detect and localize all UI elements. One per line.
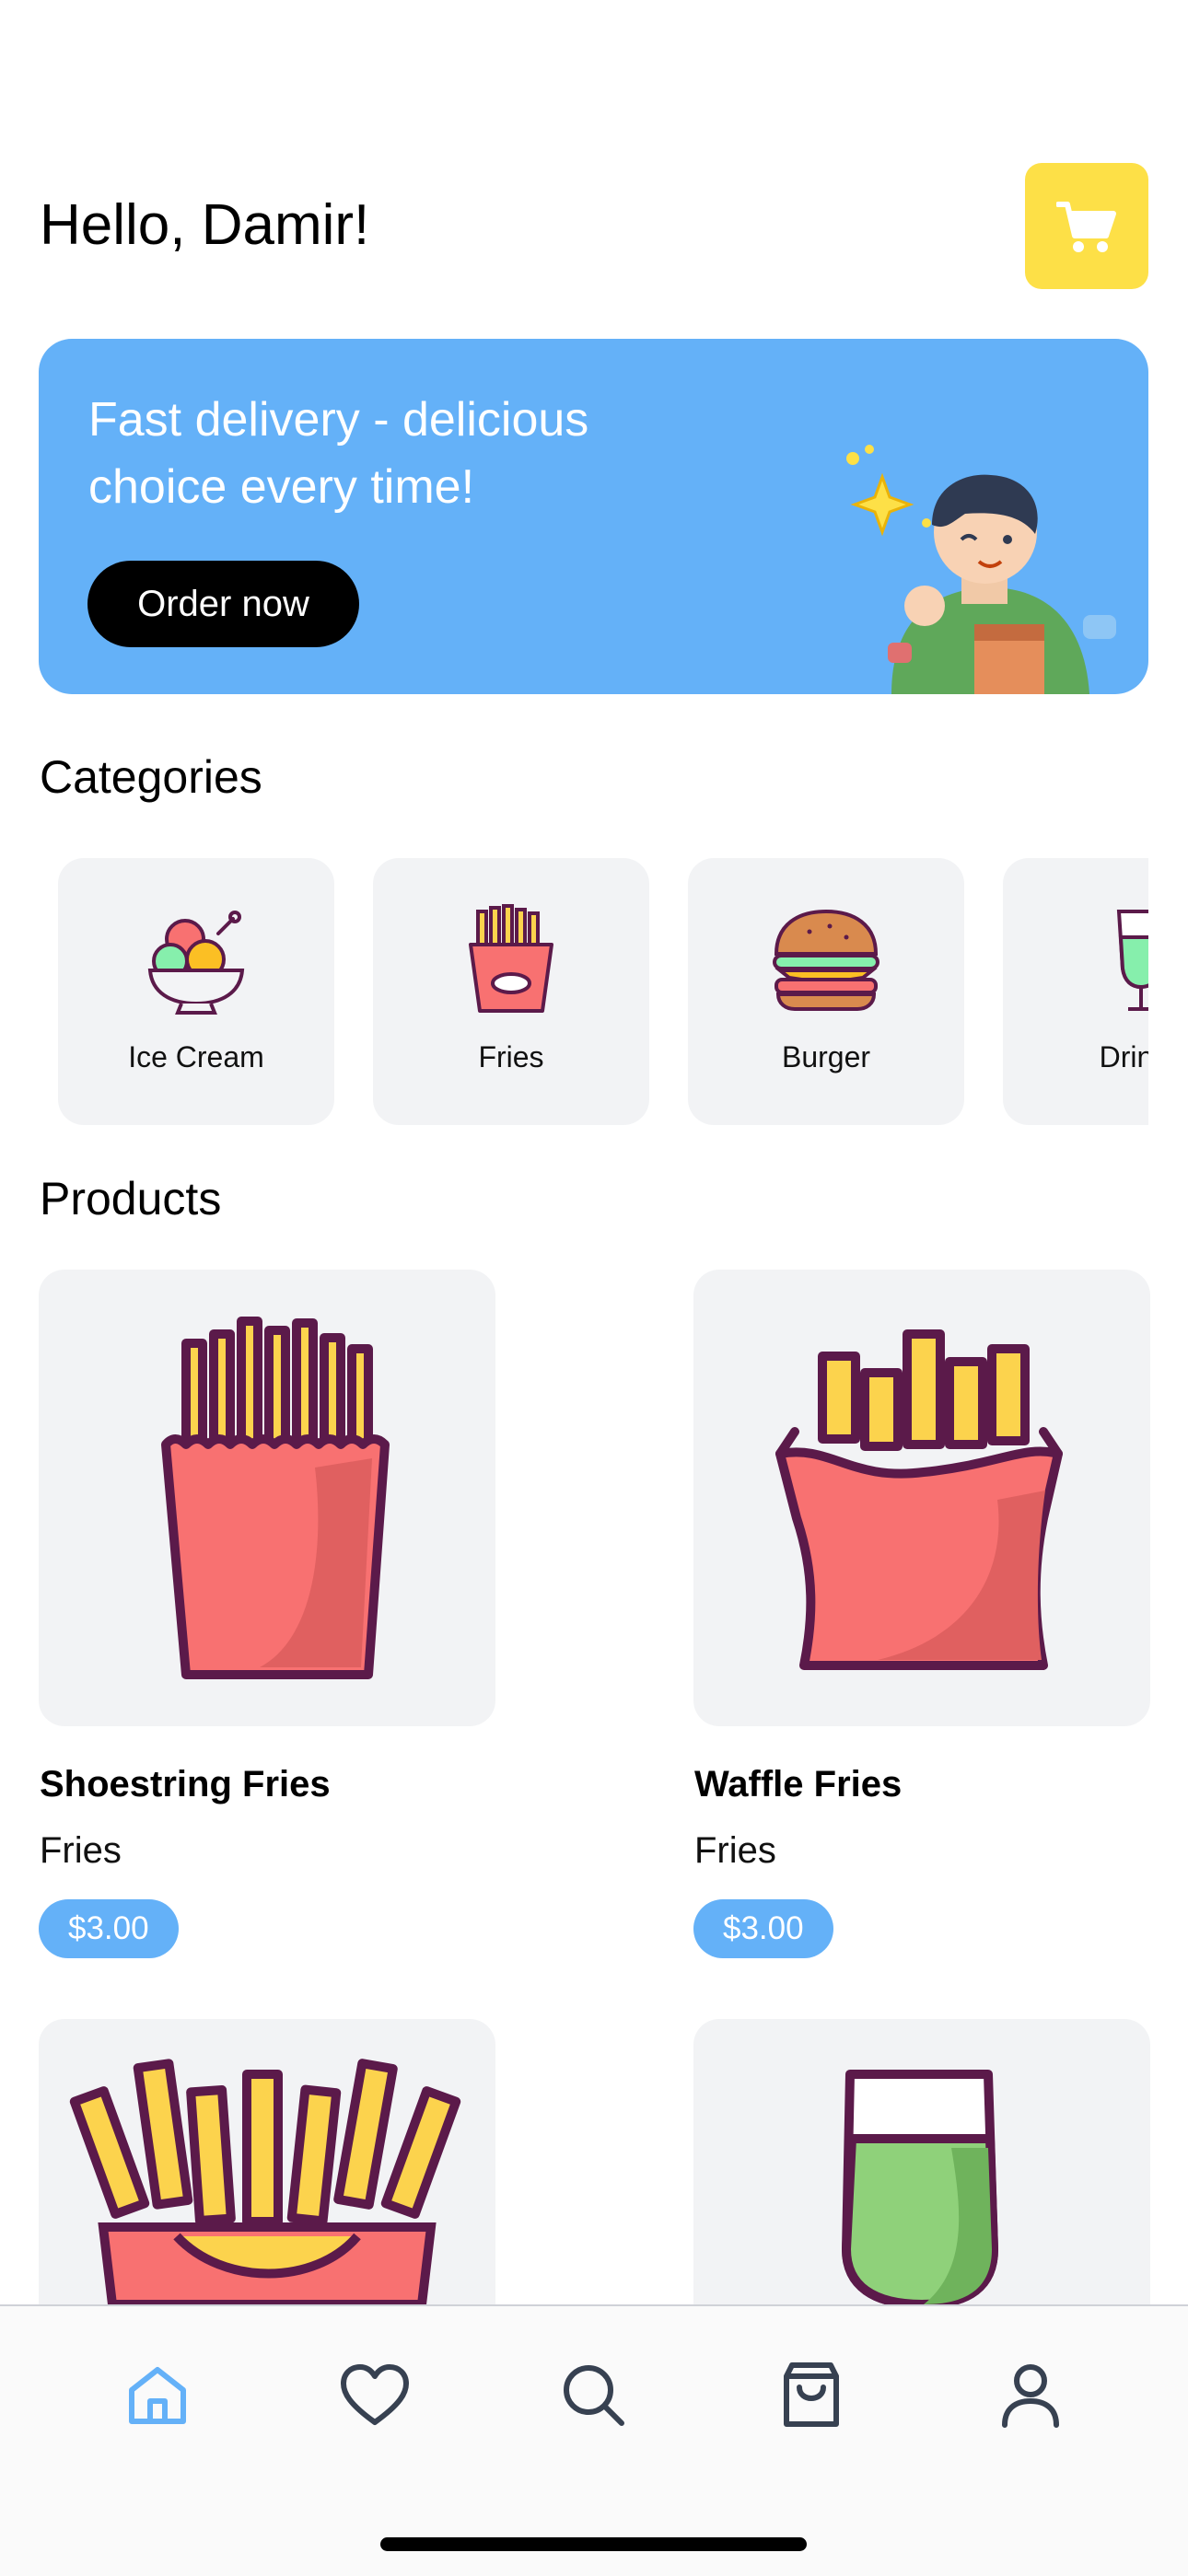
crinkle-fries-image xyxy=(69,2059,461,2304)
home-icon xyxy=(129,2367,186,2424)
bottom-navigation xyxy=(0,2304,1188,2576)
category-label: Burger xyxy=(781,1040,871,1073)
delivery-person-illustration xyxy=(846,445,1116,694)
category-ice-cream[interactable]: Ice Cream xyxy=(58,858,334,1125)
category-burger[interactable]: Burger xyxy=(688,858,964,1125)
heart-icon xyxy=(341,2364,409,2425)
product-category: Fries xyxy=(40,1830,122,1871)
product-category: Fries xyxy=(694,1830,776,1871)
price-badge: $3.00 xyxy=(39,1899,179,1958)
ice-cream-icon xyxy=(147,911,245,1015)
product-card-3[interactable] xyxy=(39,2019,495,2304)
shopping-cart-icon xyxy=(1056,201,1116,252)
nav-cart[interactable] xyxy=(770,2354,853,2437)
product-card-shoestring-fries[interactable] xyxy=(39,1270,495,1726)
category-fries[interactable]: Fries xyxy=(373,858,649,1125)
waffle-fries-image xyxy=(775,1329,1063,1670)
drink-icon xyxy=(1116,910,1148,1011)
burger-icon xyxy=(773,909,879,1011)
nav-home[interactable] xyxy=(116,2354,199,2437)
user-icon xyxy=(1002,2364,1059,2428)
product-name: Waffle Fries xyxy=(694,1764,903,1804)
cart-button[interactable] xyxy=(1025,163,1148,289)
shopping-bag-icon xyxy=(784,2362,839,2427)
search-icon xyxy=(564,2365,624,2426)
product-card-4[interactable] xyxy=(693,2019,1150,2304)
fries-icon xyxy=(469,904,553,1013)
categories-title: Categories xyxy=(40,751,262,803)
products-title: Products xyxy=(40,1173,222,1224)
category-label: Ice Cream xyxy=(128,1040,264,1073)
order-now-button[interactable]: Order now xyxy=(87,561,359,647)
home-indicator xyxy=(380,2537,807,2551)
shoestring-fries-image xyxy=(161,1317,390,1679)
product-name: Shoestring Fries xyxy=(40,1764,331,1804)
green-drink-image xyxy=(842,2070,998,2304)
categories-carousel[interactable]: Ice Cream Fries Burger Drin xyxy=(40,858,1148,1127)
nav-profile[interactable] xyxy=(989,2354,1072,2437)
price-badge: $3.00 xyxy=(693,1899,833,1958)
category-drinks[interactable]: Drinks xyxy=(1003,858,1148,1125)
category-label: Fries xyxy=(478,1040,544,1073)
promo-banner: Fast delivery - delicious choice every t… xyxy=(39,339,1148,694)
nav-favorites[interactable] xyxy=(333,2354,416,2437)
greeting: Hello, Damir! xyxy=(40,193,370,257)
category-label: Drinks xyxy=(1099,1040,1148,1073)
product-card-waffle-fries[interactable] xyxy=(693,1270,1150,1726)
banner-title: Fast delivery - delicious choice every t… xyxy=(88,393,589,514)
nav-search[interactable] xyxy=(553,2354,635,2437)
